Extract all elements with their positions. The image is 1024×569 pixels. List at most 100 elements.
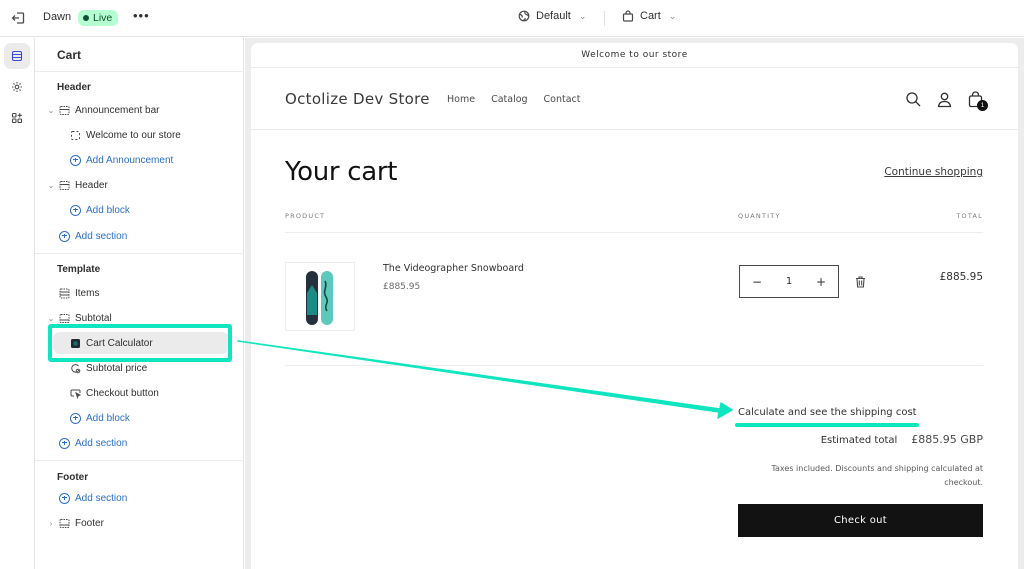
shopping-bag-icon bbox=[622, 10, 634, 22]
column-header-total: TOTAL bbox=[956, 212, 983, 220]
block-checkout-button[interactable]: Checkout button bbox=[70, 383, 159, 403]
button-cursor-icon bbox=[70, 388, 81, 399]
nav-contact[interactable]: Contact bbox=[544, 94, 581, 105]
rail-sections-button[interactable] bbox=[4, 43, 30, 69]
cart-count-badge: 1 bbox=[977, 100, 988, 111]
chevron-down-icon: ⌄ bbox=[578, 10, 587, 21]
status-label: Live bbox=[93, 12, 113, 24]
section-subtotal[interactable]: ⌄ Subtotal bbox=[45, 308, 112, 328]
quantity-value[interactable]: 1 bbox=[786, 276, 792, 287]
template-selector[interactable]: Cart ⌄ bbox=[622, 10, 676, 22]
add-block-button[interactable]: Add block bbox=[70, 408, 130, 428]
add-circle-icon bbox=[59, 230, 70, 242]
status-dot-icon bbox=[83, 15, 89, 21]
chevron-down-icon[interactable]: ⌄ bbox=[45, 314, 57, 323]
announcement-bar: Welcome to our store bbox=[251, 43, 1018, 68]
chevron-down-icon[interactable]: ⌄ bbox=[45, 106, 57, 115]
add-circle-icon bbox=[59, 437, 70, 449]
row-label: Subtotal bbox=[75, 312, 112, 324]
add-circle-icon bbox=[59, 492, 70, 504]
store-logo[interactable]: Octolize Dev Store bbox=[285, 90, 430, 108]
remove-item-trash-icon[interactable] bbox=[855, 275, 866, 288]
group-label-header: Header bbox=[57, 82, 91, 93]
calculate-shipping-link[interactable]: Calculate and see the shipping cost bbox=[738, 407, 917, 418]
add-announcement-button[interactable]: Add Announcement bbox=[70, 150, 173, 170]
group-label-template: Template bbox=[57, 264, 101, 275]
section-icon bbox=[59, 288, 70, 299]
row-label: Add block bbox=[86, 412, 130, 424]
settings-gear-icon bbox=[12, 82, 22, 92]
context-selector-label: Default bbox=[536, 10, 571, 22]
row-label: Items bbox=[75, 287, 100, 299]
group-label-footer: Footer bbox=[57, 472, 89, 483]
context-selector[interactable]: Default ⌄ bbox=[518, 10, 586, 22]
taxes-note: Taxes included. Discounts and shipping c… bbox=[771, 464, 983, 487]
row-label: Add block bbox=[86, 204, 130, 216]
search-icon[interactable] bbox=[905, 91, 922, 108]
section-items[interactable]: Items bbox=[59, 283, 99, 303]
product-thumbnail[interactable] bbox=[285, 262, 355, 331]
block-welcome[interactable]: Welcome to our store bbox=[70, 125, 181, 145]
row-label: Cart Calculator bbox=[86, 337, 153, 349]
section-footer[interactable]: › Footer bbox=[45, 513, 104, 533]
chevron-down-icon: ⌄ bbox=[668, 10, 677, 21]
chevron-down-icon[interactable]: ⌄ bbox=[45, 181, 57, 190]
section-header[interactable]: ⌄ Header bbox=[45, 175, 108, 195]
rail-theme-settings-button[interactable] bbox=[4, 74, 30, 100]
cart-icon[interactable]: 1 bbox=[967, 91, 988, 111]
store-header: Octolize Dev Store Home Catalog Contact … bbox=[251, 69, 1018, 130]
main-nav: Home Catalog Contact bbox=[447, 94, 581, 105]
estimated-total-label: Estimated total bbox=[820, 435, 898, 446]
add-circle-icon bbox=[70, 154, 81, 166]
add-section-button[interactable]: Add section bbox=[59, 488, 127, 508]
divider bbox=[35, 71, 244, 72]
more-actions-button[interactable]: ••• bbox=[133, 8, 150, 23]
rail-apps-button[interactable] bbox=[4, 105, 30, 131]
topbar-divider bbox=[604, 11, 605, 26]
template-selector-label: Cart bbox=[640, 10, 661, 22]
apps-icon bbox=[11, 112, 23, 124]
add-circle-icon bbox=[70, 204, 81, 216]
account-icon[interactable] bbox=[936, 91, 953, 108]
product-name[interactable]: The Videographer Snowboard bbox=[383, 263, 524, 274]
row-label: Add Announcement bbox=[86, 154, 174, 166]
annotation-underline bbox=[735, 423, 919, 427]
row-label: Add section bbox=[75, 230, 128, 242]
continue-shopping-link[interactable]: Continue shopping bbox=[884, 166, 983, 178]
add-section-button[interactable]: Add section bbox=[59, 226, 127, 246]
block-icon bbox=[70, 130, 81, 141]
quantity-stepper: − 1 + bbox=[739, 265, 839, 298]
storefront-preview: Welcome to our store Octolize Dev Store … bbox=[251, 43, 1018, 569]
line-item-total: £885.95 bbox=[939, 271, 983, 283]
exit-icon[interactable] bbox=[10, 10, 26, 26]
checkout-button[interactable]: Check out bbox=[738, 504, 983, 537]
nav-catalog[interactable]: Catalog bbox=[491, 94, 527, 105]
sections-icon bbox=[11, 50, 23, 62]
add-block-button[interactable]: Add block bbox=[70, 200, 130, 220]
decrease-quantity-button[interactable]: − bbox=[750, 275, 764, 289]
row-label: Header bbox=[75, 179, 108, 191]
section-announcement-bar[interactable]: ⌄ Announcement bar bbox=[45, 100, 160, 120]
add-section-button[interactable]: Add section bbox=[59, 433, 127, 453]
globe-icon bbox=[518, 10, 530, 22]
theme-name: Dawn bbox=[43, 11, 72, 23]
divider bbox=[35, 460, 244, 461]
chevron-right-icon[interactable]: › bbox=[45, 519, 57, 528]
section-icon bbox=[59, 518, 70, 529]
page-title: Your cart bbox=[285, 157, 398, 187]
sidebar-title: Cart bbox=[57, 48, 82, 62]
block-cart-calculator[interactable]: Cart Calculator bbox=[53, 332, 229, 354]
row-label: Welcome to our store bbox=[86, 129, 181, 141]
row-label: Add section bbox=[75, 492, 128, 504]
estimated-total-value: £885.95 GBP bbox=[911, 433, 983, 446]
row-label: Announcement bar bbox=[75, 104, 160, 116]
block-subtotal-price[interactable]: Subtotal price bbox=[70, 358, 147, 378]
add-circle-icon bbox=[70, 412, 81, 424]
nav-home[interactable]: Home bbox=[447, 94, 475, 105]
row-label: Checkout button bbox=[86, 387, 159, 399]
row-label: Footer bbox=[75, 517, 104, 529]
increase-quantity-button[interactable]: + bbox=[814, 275, 828, 289]
live-status-badge: Live bbox=[78, 10, 119, 26]
estimated-total: Estimated total £885.95 GBP bbox=[821, 433, 983, 446]
divider bbox=[285, 365, 983, 366]
